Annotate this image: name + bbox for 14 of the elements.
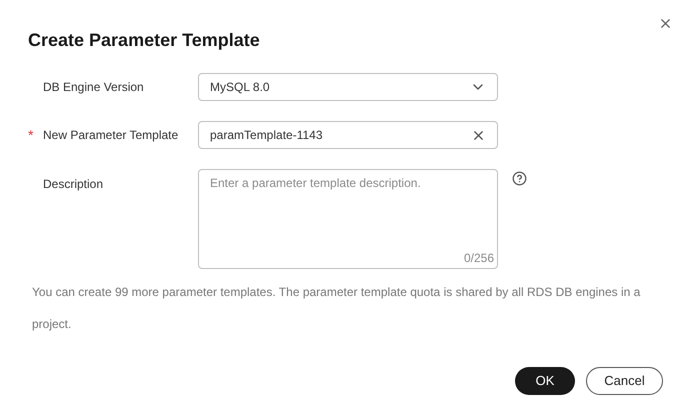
ok-button[interactable]: OK — [515, 367, 575, 395]
field-label: New Parameter Template — [43, 127, 178, 144]
cancel-button[interactable]: Cancel — [586, 367, 663, 395]
dialog-title: Create Parameter Template — [28, 29, 261, 52]
character-counter: 0/256 — [464, 250, 494, 267]
field-label: DB Engine Version — [43, 79, 144, 96]
template-name-field[interactable]: paramTemplate-1143 — [198, 121, 498, 149]
required-marker: * — [28, 126, 34, 142]
field-label: Description — [43, 176, 104, 193]
engine-version-select[interactable]: MySQL 8.0 — [198, 73, 498, 101]
help-icon[interactable] — [512, 171, 527, 186]
close-icon[interactable] — [658, 16, 673, 31]
template-name-input[interactable]: paramTemplate-1143 — [210, 126, 471, 144]
quota-note: You can create 99 more parameter templates. The parameter template quota is shared by all RDS DB engines in a project. — [31, 284, 642, 333]
